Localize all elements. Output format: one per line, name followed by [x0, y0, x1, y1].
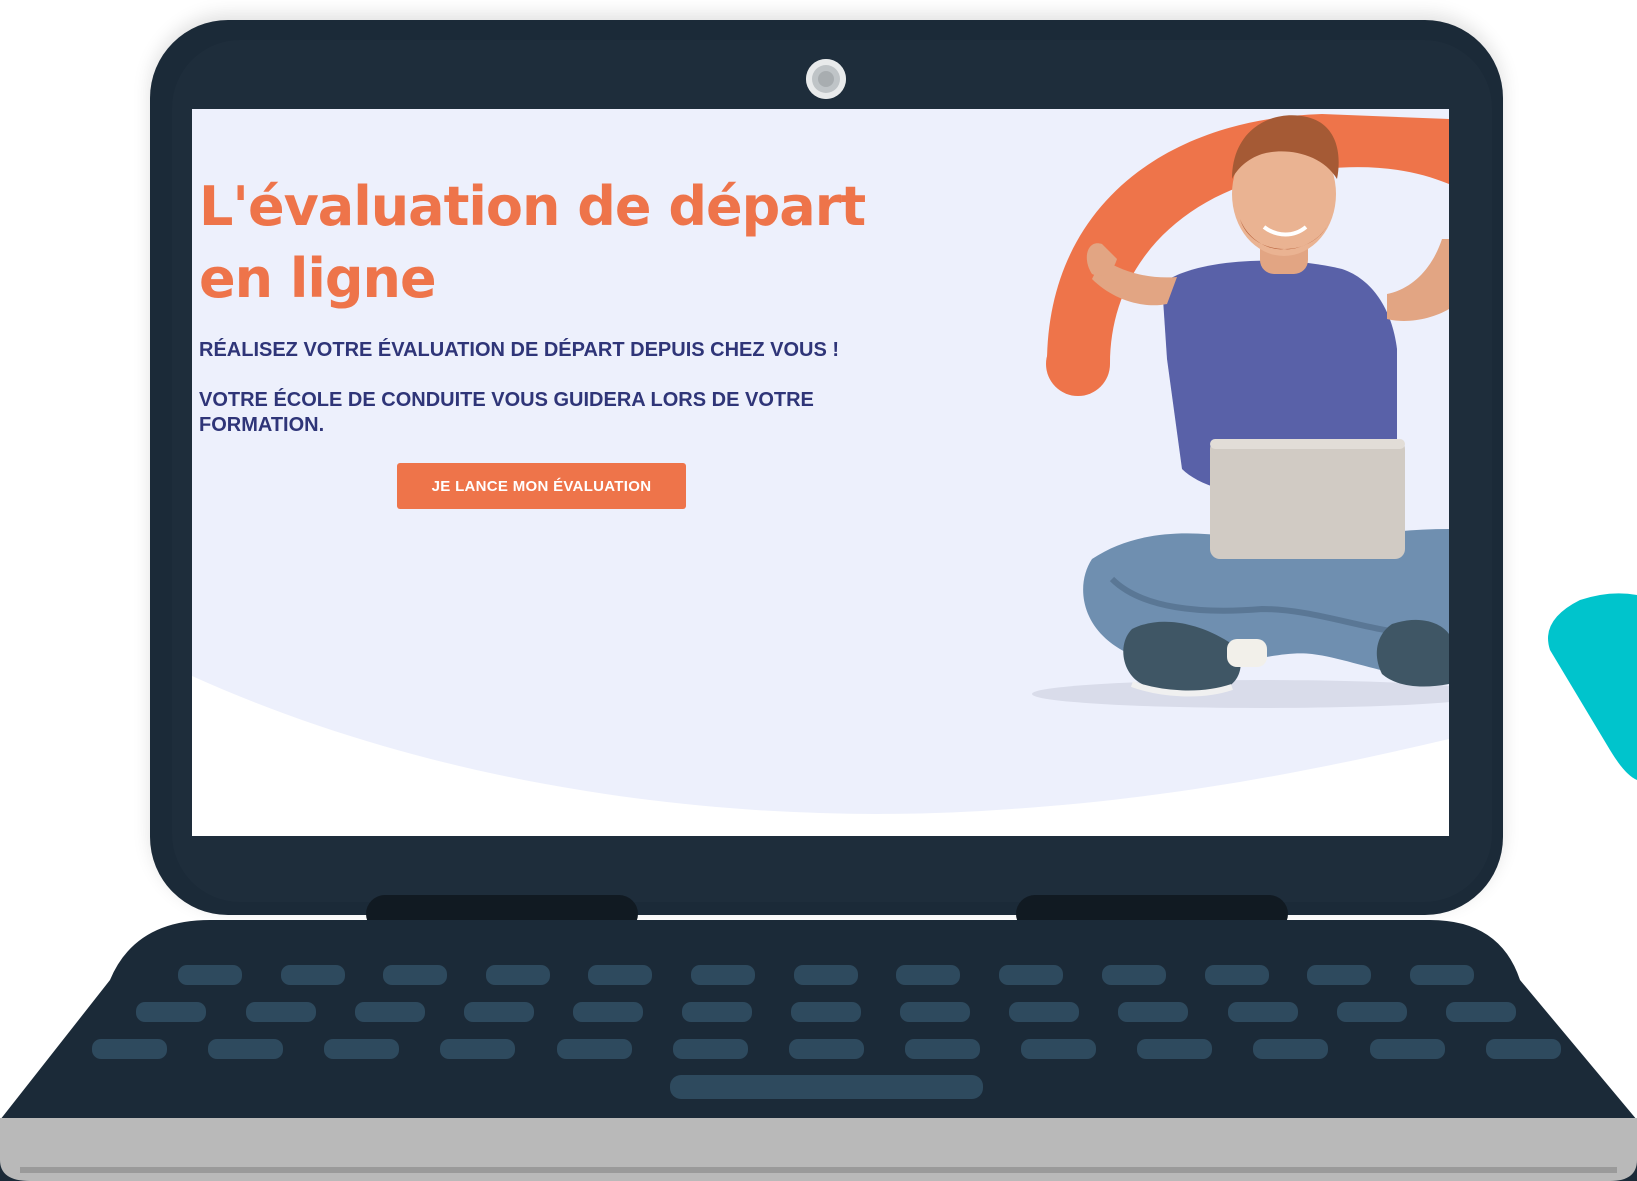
page-title: L'évaluation de départ en ligne [199, 175, 866, 310]
laptop-keyboard-base [0, 920, 1637, 1181]
hero-person-illustration [1032, 114, 1449, 708]
webcam-icon [806, 59, 846, 99]
hero-subtitle-remote: RÉALISEZ VOTRE ÉVALUATION DE DÉPART DEPU… [199, 339, 840, 361]
laptop-screen: L'évaluation de départ en ligne RÉALISEZ… [192, 109, 1449, 836]
hero-subtitle-school: VOTRE ÉCOLE DE CONDUITE VOUS GUIDERA LOR… [199, 389, 814, 436]
teal-decoration [1548, 593, 1637, 780]
start-evaluation-button[interactable]: JE LANCE MON ÉVALUATION [397, 463, 686, 509]
